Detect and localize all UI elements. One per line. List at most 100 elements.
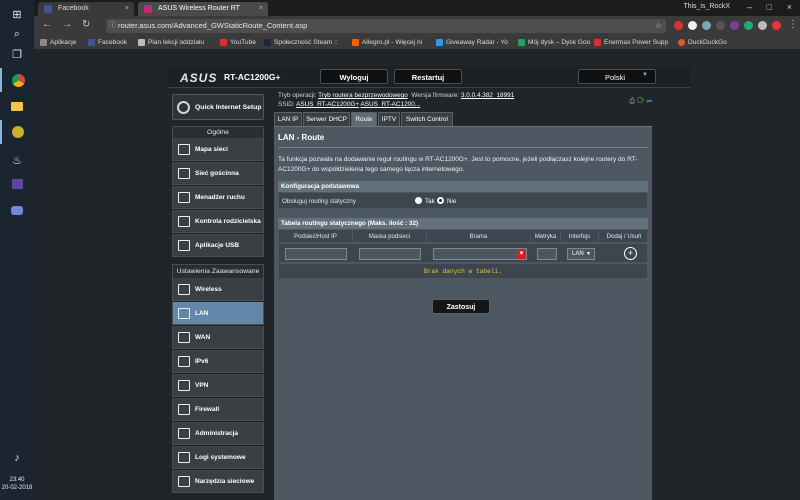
bookmark-item[interactable]: Społeczność Steam :: bbox=[264, 36, 338, 50]
apply-button[interactable]: Zastosuj bbox=[432, 299, 490, 314]
close-tab-icon[interactable]: × bbox=[125, 2, 129, 16]
menu-item-lan[interactable]: LAN bbox=[172, 302, 264, 325]
google-drive-icon bbox=[518, 39, 525, 46]
close-window-icon[interactable]: × bbox=[787, 2, 792, 12]
menu-item-parental-control[interactable]: Kontrola rodzicielska bbox=[172, 210, 264, 233]
tab-route[interactable]: Route bbox=[351, 112, 377, 126]
info-icon[interactable]: ⓘ bbox=[109, 19, 116, 33]
menu-item-label: LAN bbox=[195, 310, 209, 317]
extension-icon[interactable] bbox=[730, 21, 739, 30]
menu-item-traffic-manager[interactable]: Menadżer ruchu bbox=[172, 186, 264, 209]
static-routing-yes-radio[interactable] bbox=[415, 197, 422, 204]
tab-lan-ip[interactable]: LAN IP bbox=[274, 112, 302, 126]
lan-icon bbox=[178, 308, 190, 319]
op-mode-link[interactable]: Tryb routera bezprzewodowego bbox=[318, 92, 408, 99]
ssid-2[interactable]: ASUS_RT-AC1200... bbox=[361, 101, 421, 108]
discord-taskbar-icon[interactable] bbox=[0, 198, 34, 222]
tab-iptv[interactable]: IPTV bbox=[378, 112, 400, 126]
bookmark-item[interactable]: Plan lekcji oddziału bbox=[138, 36, 204, 50]
network-status-icon[interactable]: ⟳ bbox=[637, 98, 645, 105]
interface-select[interactable]: LAN ▼ bbox=[567, 248, 595, 260]
tab-switch-control[interactable]: Switch Control bbox=[401, 112, 453, 126]
close-tab-icon[interactable]: × bbox=[259, 2, 263, 16]
restart-button[interactable]: Restartuj bbox=[394, 69, 462, 84]
forward-icon[interactable]: → bbox=[62, 19, 72, 30]
menu-item-wan[interactable]: WAN bbox=[172, 326, 264, 349]
chevron-down-icon[interactable]: ▼ bbox=[517, 249, 526, 259]
steam-taskbar-icon[interactable]: ♨ bbox=[0, 148, 34, 172]
ssid-label: SSID: bbox=[278, 101, 295, 108]
extension-icon[interactable] bbox=[716, 21, 725, 30]
static-routing-no-radio[interactable] bbox=[437, 197, 444, 204]
logout-button[interactable]: Wyloguj bbox=[320, 69, 388, 84]
chrome-profile-name[interactable]: This_is_RockX bbox=[683, 3, 730, 10]
menu-item-usb-apps[interactable]: Aplikacje USB bbox=[172, 234, 264, 257]
usb-icon[interactable]: ⇌ bbox=[646, 98, 652, 105]
bookmark-item[interactable]: Allegro.pl - Więcej ni bbox=[352, 36, 422, 50]
enermax-icon bbox=[594, 39, 601, 46]
bookmark-label: Mój dysk – Dysk Goo bbox=[528, 39, 591, 46]
netmask-input[interactable] bbox=[359, 248, 421, 260]
browser-tab-asus[interactable]: ASUS Wireless Router RT × bbox=[138, 2, 268, 16]
extension-icon[interactable] bbox=[702, 21, 711, 30]
bookmark-item[interactable]: Enermax Power Supp bbox=[594, 36, 668, 50]
extension-icon[interactable] bbox=[744, 21, 753, 30]
menu-item-administration[interactable]: Administracja bbox=[172, 422, 264, 445]
menu-item-firewall[interactable]: Firewall bbox=[172, 398, 264, 421]
menu-item-system-log[interactable]: Logi systemowe bbox=[172, 446, 264, 469]
minimize-icon[interactable]: – bbox=[747, 2, 752, 12]
subnet-host-ip-input[interactable] bbox=[285, 248, 347, 260]
column-interface: Interfejs bbox=[561, 230, 599, 244]
clock-date: 20-02-2018 bbox=[1, 485, 33, 491]
menu-item-guest-network[interactable]: Sieć gościnna bbox=[172, 162, 264, 185]
bookmark-star-icon[interactable]: ☆ bbox=[655, 19, 662, 33]
add-route-icon[interactable]: + bbox=[624, 247, 637, 260]
menu-item-label: Mapa sieci bbox=[195, 146, 228, 153]
bookmark-item[interactable]: Giveaway Radar - Yo bbox=[436, 36, 508, 50]
firmware-link[interactable]: 3.0.0.4.382_18991 bbox=[461, 92, 514, 99]
taskbar-clock[interactable]: 23:40 20-02-2018 bbox=[0, 474, 34, 500]
bookmark-item[interactable]: YouTube bbox=[220, 36, 256, 50]
maximize-icon[interactable]: □ bbox=[767, 2, 772, 12]
notifications-icon[interactable]: ♪ bbox=[0, 446, 34, 470]
router-content: Tryb operacji: Tryb routera bezprzewodow… bbox=[274, 90, 652, 500]
menu-icon[interactable]: ⋮ bbox=[788, 19, 798, 30]
reload-icon[interactable]: ↻ bbox=[82, 19, 90, 30]
menu-item-vpn[interactable]: VPN bbox=[172, 374, 264, 397]
menu-item-label: Administracja bbox=[195, 430, 238, 437]
twitch-taskbar-icon[interactable] bbox=[0, 172, 34, 196]
status-icons: ⎙ ⟳ ⇌ bbox=[629, 98, 652, 106]
menu-item-ipv6[interactable]: IPv6 bbox=[172, 350, 264, 373]
metric-input[interactable] bbox=[537, 248, 557, 260]
facebook-icon bbox=[88, 39, 95, 46]
quick-internet-setup-button[interactable]: Quick Internet Setup bbox=[172, 94, 264, 120]
file-explorer-icon[interactable] bbox=[0, 94, 34, 118]
browser-tab-facebook[interactable]: Facebook × bbox=[38, 2, 134, 16]
bookmark-item[interactable]: Aplikacje bbox=[40, 36, 76, 50]
menu-item-network-tools[interactable]: Narzędzia sieciowe bbox=[172, 470, 264, 493]
clock-time: 23:40 bbox=[9, 477, 25, 483]
ssid-1[interactable]: ASUS_RT-AC1200G+ bbox=[296, 101, 359, 108]
gateway-input[interactable]: ▼ bbox=[433, 248, 527, 260]
tab-dhcp-server[interactable]: Serwer DHCP bbox=[303, 112, 350, 126]
extension-icon[interactable] bbox=[758, 21, 767, 30]
extension-icon[interactable] bbox=[772, 21, 781, 30]
app-taskbar-icon[interactable] bbox=[0, 120, 34, 144]
printer-icon[interactable]: ⎙ bbox=[629, 98, 635, 105]
advanced-section-header: Ustawienia Zaawansowane bbox=[172, 264, 264, 278]
task-view-icon[interactable]: ❐ bbox=[0, 42, 34, 66]
menu-item-wireless[interactable]: Wireless bbox=[172, 278, 264, 301]
back-icon[interactable]: ← bbox=[42, 19, 52, 30]
page-description: Ta funkcja pozwala na dodawanie reguł ro… bbox=[278, 156, 638, 173]
menu-item-network-map[interactable]: Mapa sieci bbox=[172, 138, 264, 161]
extension-icon[interactable] bbox=[688, 21, 697, 30]
bookmark-item[interactable]: Facebook bbox=[88, 36, 127, 50]
static-routing-label: Obsługuj routing statyczny bbox=[282, 198, 356, 205]
extension-icon[interactable] bbox=[674, 21, 683, 30]
network-map-icon bbox=[178, 144, 190, 155]
bookmark-label: Społeczność Steam :: bbox=[274, 39, 338, 46]
chrome-taskbar-icon[interactable] bbox=[0, 68, 34, 92]
bookmark-item[interactable]: DuckDuckGo bbox=[678, 36, 727, 50]
bookmark-item[interactable]: Mój dysk – Dysk Goo bbox=[518, 36, 590, 50]
address-bar[interactable]: ⓘ router.asus.com/Advanced_GWStaticRoute… bbox=[106, 19, 666, 33]
